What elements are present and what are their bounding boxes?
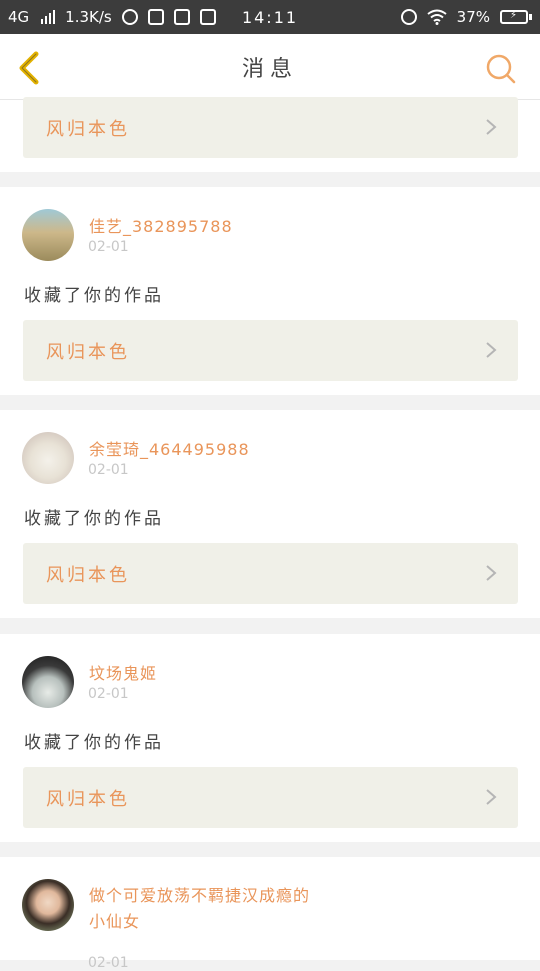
app-header: 消息 (0, 34, 540, 100)
username-line-1: 做个可爱放荡不羁捷汉成瘾的 (89, 886, 311, 905)
action-text: 收藏了你的作品 (24, 509, 164, 529)
avatar[interactable] (22, 879, 74, 931)
timestamp: 02-01 (88, 462, 129, 478)
work-link[interactable]: 风归本色 (23, 767, 518, 828)
action-text: 收藏了你的作品 (24, 286, 164, 306)
message-card: 风归本色 (0, 97, 540, 172)
chevron-right-icon (486, 789, 497, 805)
back-arrow-icon[interactable] (12, 48, 48, 88)
status-bar: 4G 1.3K/s 14:11 37% (0, 0, 540, 34)
work-title: 风归本色 (46, 342, 130, 363)
battery-icon (500, 10, 532, 24)
username[interactable]: 佳艺_382895788 (89, 213, 233, 237)
message-card: 余莹琦_464495988 02-01 收藏了你的作品 风归本色 (0, 410, 540, 618)
clock: 14:11 (241, 7, 299, 27)
timestamp: 02-01 (88, 955, 129, 971)
page-title: 消息 (241, 56, 298, 82)
avatar[interactable] (22, 656, 74, 708)
avatar[interactable] (22, 209, 74, 261)
search-icon[interactable] (484, 52, 518, 86)
work-title: 风归本色 (46, 565, 130, 586)
message-card: 佳艺_382895788 02-01 收藏了你的作品 风归本色 (0, 187, 540, 395)
message-card: 做个可爱放荡不羁捷汉成瘾的 小仙女 02-01 (0, 857, 540, 971)
work-title: 风归本色 (46, 789, 130, 810)
work-link[interactable]: 风归本色 (23, 97, 518, 158)
username[interactable]: 坟场鬼姬 (89, 660, 157, 684)
chevron-right-icon (486, 119, 497, 135)
message-card: 坟场鬼姬 02-01 收藏了你的作品 风归本色 (0, 634, 540, 842)
action-text: 收藏了你的作品 (24, 733, 164, 753)
avatar[interactable] (22, 432, 74, 484)
work-link[interactable]: 风归本色 (23, 543, 518, 604)
username-line-2: 小仙女 (89, 912, 141, 931)
chevron-right-icon (486, 342, 497, 358)
work-title: 风归本色 (46, 119, 130, 140)
timestamp: 02-01 (88, 239, 129, 255)
username[interactable]: 做个可爱放荡不羁捷汉成瘾的 小仙女 (89, 883, 419, 935)
work-link[interactable]: 风归本色 (23, 320, 518, 381)
chevron-right-icon (486, 565, 497, 581)
username[interactable]: 余莹琦_464495988 (89, 436, 250, 460)
timestamp: 02-01 (88, 686, 129, 702)
